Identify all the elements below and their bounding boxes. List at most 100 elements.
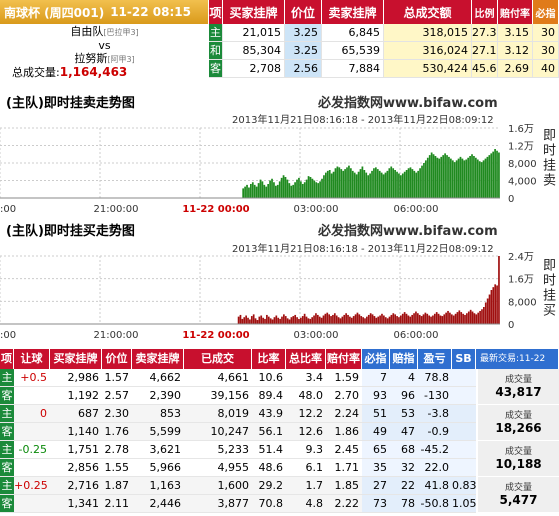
ratio: 51.4 [252,441,286,459]
chart-bar [367,175,370,198]
col-header-sell: 卖家挂牌 [132,349,184,369]
chart-bar [432,315,434,324]
chart-bar [381,313,383,324]
chart-bar [334,168,337,198]
odds-summary-table: 南球杯 (周四001) 11-22 08:15 项 买家挂牌 价位 卖家挂牌 总… [0,0,559,80]
col-header-handicap: 让球 [14,349,50,369]
chart-bar [350,317,353,324]
chart-bar [344,169,346,198]
row-tag: 主 [0,441,14,459]
chart-bar [269,318,272,324]
table-row: 主 -0.25 1,751 2.78 3,621 5,233 51.4 9.3 2.45 65 68… [0,441,476,459]
chart-bar [354,314,357,324]
chart-bar [292,316,295,324]
buy-amount: 2,986 [50,369,102,387]
chart-bar [423,163,425,198]
ratio: 70.8 [252,495,286,513]
chart-bar [250,316,253,324]
chart-bar [479,310,481,324]
total-ratio: 9.3 [286,441,326,459]
sell-chart-brand: 必发指数网www.bifaw.com [318,96,498,111]
ratio: 48.6 [252,459,286,477]
chart-bar [247,317,249,324]
chart-bar [494,284,497,324]
col-header-buy: 买家挂牌 [223,0,285,24]
chart-bar [288,183,291,198]
done-amount: 8,019 [184,405,252,423]
chart-bar [298,318,300,324]
chart-bar [400,315,402,324]
row-tag: 主 [209,24,223,42]
sell-amount: 2,390 [132,387,184,405]
index: 65 [362,441,390,459]
y-tick-label: 0 [508,194,514,205]
chart-bar [313,180,316,198]
match-title: 南球杯 (周四001) [4,5,105,20]
chart-bar [251,182,254,198]
buy-chart-title: (主队)即时挂买走势图 [6,224,135,239]
chart-bar [376,169,379,198]
total-ratio: 12.2 [286,405,326,423]
done-amount: 4,661 [184,369,252,387]
chart-bar [254,318,257,324]
table-row: 客 1,192 2.57 2,390 39,156 89.4 48.0 2.70 93 96 -13… [0,387,476,405]
chart-bar [303,313,306,324]
chart-bar [496,285,498,324]
odds-row-draw: 和 85,304 3.25 65,539 316,024 27.1 3.12 3… [0,42,559,60]
volume-box: 成交量 10,188 [478,441,559,477]
chart-bar [347,314,349,324]
chart-bar [436,157,439,198]
buy-amount: 1,751 [50,441,102,459]
col-header-payout-index: 赔指 [390,349,418,369]
price: 2.57 [102,387,132,405]
sell-chart: 1.6万 1.2万 8,000 4,000 0:00 21:00:00 11-22 00:0… [0,124,537,215]
chart-bar [366,316,368,324]
chart-bar [405,313,408,324]
volume-label: 成交量 [504,447,532,457]
payout-index: 96 [390,387,418,405]
chart-bar [338,167,341,198]
chart-bar [475,314,478,324]
chart-bar [343,314,346,324]
chart-bar [320,317,323,324]
chart-bar [415,311,417,324]
chart-bar [490,290,493,324]
volume-box: 成交量 18,266 [478,405,559,441]
chart-bar [463,160,466,198]
chart-bar [237,316,240,324]
ratio: 45.6 [472,60,498,78]
chart-bar [454,313,457,324]
handicap [14,495,50,513]
chart-bar [461,158,464,198]
chart-bar [411,314,414,324]
chart-bar [307,318,310,324]
chart-bar [243,317,246,324]
payout: 1.85 [326,477,362,495]
volume-value: 18,266 [495,421,542,435]
chart-bar [375,317,378,324]
done-amount: 10,247 [184,423,252,441]
chart-bar [296,317,298,324]
sb-value: 0.83 [452,477,477,495]
chart-bar [432,154,435,198]
chart-bar [273,317,276,324]
chart-bar [241,318,244,324]
chart-bar [486,156,489,198]
buy-chart-side-label: 即时挂买 [540,258,555,318]
chart-bar [407,315,410,324]
chart-bar [379,315,381,324]
volume-value: 10,188 [495,457,542,471]
chart-bar [415,172,418,198]
chart-bar [294,182,296,198]
chart-bar [409,167,412,198]
ratio: 10.6 [252,369,286,387]
chart-bar [394,314,397,324]
chart-bar [430,152,433,198]
index: 73 [362,495,390,513]
chart-bar [459,156,462,198]
payout-index: 47 [390,423,418,441]
chart-bar [417,170,420,198]
chart-bar [394,170,396,198]
chart-bar [309,177,312,198]
chart-bar [401,313,404,324]
